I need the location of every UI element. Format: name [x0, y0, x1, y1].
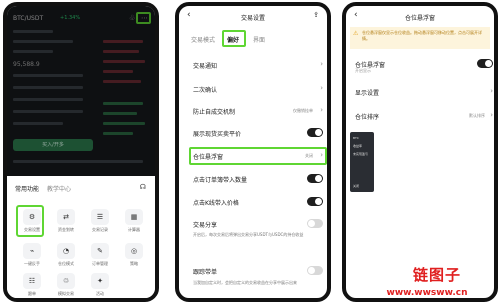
position-float-highlight — [189, 147, 327, 165]
float-line: 未实现盈亏 — [353, 152, 369, 156]
phone-trading-screen: BTC/USDT +1.34% ♧ ⋯ 95,588.9 买入/开多 常用功能 … — [3, 2, 159, 302]
function-sheet: 常用功能 教学中心 ☊ ⚙ 交易设置 ⇄ 资金划转 ☰ 交易记录 ▦ 计算器 ⌁ 一键反手 ◔ 仓位模式… — [7, 177, 155, 298]
settings-row[interactable]: 二次确认 › — [193, 82, 323, 96]
function-tile[interactable]: ✦ 活动 — [89, 273, 111, 297]
settings-row[interactable]: 交易通知 › — [193, 58, 323, 72]
function-tile[interactable]: ☰ 交易记录 — [89, 209, 111, 233]
settings-row[interactable]: 防止自成交机制 仅撤销挂单 › — [193, 104, 323, 118]
page-title: 交易设置 — [240, 15, 265, 22]
float-line: 收益率 — [353, 144, 363, 148]
settings-row[interactable]: 点击K线带入价格 — [193, 195, 323, 209]
function-tile[interactable]: ⇄ 资金划转 — [55, 209, 77, 233]
tile-icon: ▦ — [125, 209, 143, 225]
tile-icon: ♲ — [57, 273, 75, 289]
track-description: 当我加自定义时，会把自定义的交易收益在分享中展示出来 — [193, 280, 297, 285]
tile-icon: ⇄ — [57, 209, 75, 225]
preference-tab-highlight — [222, 30, 246, 47]
tile-label: 订单管理 — [92, 261, 108, 266]
float-settings-row[interactable]: 仓位排序 默认排序 › — [355, 110, 493, 124]
toggle-switch[interactable] — [307, 174, 323, 183]
float-row-label: 显示设置 — [355, 90, 380, 97]
function-tile[interactable]: ⌁ 一键反手 — [21, 243, 43, 267]
tile-label: 交易记录 — [92, 227, 108, 232]
tile-label: 资金划转 — [58, 227, 74, 232]
tile-icon: ✎ — [91, 243, 109, 259]
tab-interface[interactable]: 界面 — [253, 35, 265, 44]
function-tile[interactable]: ◎ 策略 — [123, 243, 145, 267]
headset-icon[interactable]: ☊ — [140, 183, 146, 191]
tile-label: 模拟交易 — [58, 291, 74, 296]
settings-row-label: 点击订单簿带入数量 — [193, 177, 248, 184]
float-settings-row[interactable]: 仓位悬浮窗 开启显示 — [355, 58, 493, 73]
modal-overlay[interactable] — [7, 6, 155, 176]
tab-common[interactable]: 常用功能 — [15, 186, 39, 193]
tile-label: 仓位模式 — [58, 261, 74, 266]
screen: BTC/USDT +1.34% ♧ ⋯ 95,588.9 买入/开多 常用功能 … — [0, 0, 503, 304]
settings-row[interactable]: 展示现货买卖平价 — [193, 126, 323, 140]
function-tile[interactable]: ▦ 计算器 — [123, 209, 145, 233]
float-row-sublabel: 开启显示 — [355, 68, 371, 73]
settings-tabs: 交易模式 偏好 界面 — [191, 33, 321, 45]
function-tile[interactable]: ◔ 仓位模式 — [55, 243, 77, 267]
chevron-right-icon: › — [320, 84, 323, 92]
tile-icon: ◔ — [57, 243, 75, 259]
watermark-logo-text: 链图子 — [413, 266, 462, 284]
sheet-tabs: 常用功能 教学中心 — [15, 184, 71, 193]
share-icon[interactable]: ⇪ — [313, 11, 319, 19]
settings-header: ‹ 交易设置 ⇪ — [179, 6, 327, 26]
settings-row-label: 点击K线带入价格 — [193, 200, 239, 207]
settings-row[interactable]: 点击订单簿带入数量 — [193, 172, 323, 186]
chevron-right-icon: › — [320, 60, 323, 68]
phone-position-float: ‹ 仓位悬浮窗 ⚠ 仓位悬浮窗仅显示仓位收益。拖动悬浮窗可移动位置，点击可展开详… — [342, 2, 498, 302]
toggle-switch[interactable] — [307, 219, 323, 228]
function-tile[interactable]: ☷ 跟单 — [21, 273, 43, 297]
settings-row-label: 交易分享 — [193, 222, 218, 229]
settings-row-value: 仅撤销挂单 — [293, 108, 313, 113]
tile-label: 一键反手 — [24, 261, 40, 266]
tile-icon: ⌁ — [23, 243, 41, 259]
tile-label: 活动 — [96, 291, 104, 296]
tile-label: 计算器 — [128, 227, 140, 232]
share-description: 开启后，每次交易后将弹出交易分享USDT与USDC的持仓收益 — [193, 232, 304, 237]
function-tile[interactable]: ♲ 模拟交易 — [55, 273, 77, 297]
float-row-value: 默认排序 — [469, 113, 485, 118]
tab-education[interactable]: 教学中心 — [47, 186, 71, 193]
page-title: 仓位悬浮窗 — [404, 15, 435, 22]
chevron-right-icon: › — [320, 106, 323, 114]
settings-row[interactable]: 交易分享 — [193, 217, 323, 231]
chevron-right-icon: › — [490, 87, 493, 95]
floating-position-window[interactable]: BTC 收益率 未实现盈亏 关闭 — [350, 132, 374, 192]
tile-icon: ☰ — [91, 209, 109, 225]
float-symbol: BTC — [353, 136, 359, 140]
watermark-url: www.wwsww.cn — [386, 288, 468, 298]
toggle-switch[interactable] — [307, 197, 323, 206]
chevron-right-icon: › — [490, 111, 493, 119]
settings-row[interactable]: 跟踪带单 — [193, 264, 323, 278]
notice-text: 仓位悬浮窗仅显示仓位收益。拖动悬浮窗可移动位置，点击可展开详情。 — [362, 30, 482, 41]
phone-trade-settings: ‹ 交易设置 ⇪ 交易模式 偏好 界面 交易通知 › 二次确认 › 防止自成交机制 仅撤销… — [175, 2, 331, 302]
toggle-switch[interactable] — [307, 128, 323, 137]
warning-icon: ⚠ — [353, 30, 359, 37]
settings-row-label: 防止自成交机制 — [193, 109, 236, 116]
toggle-switch[interactable] — [307, 266, 323, 275]
function-tile[interactable]: ✎ 订单管理 — [89, 243, 111, 267]
trade-settings-highlight — [16, 205, 44, 237]
tile-icon: ◎ — [125, 243, 143, 259]
toggle-switch[interactable] — [477, 59, 493, 68]
notice-banner: ⚠ 仓位悬浮窗仅显示仓位收益。拖动悬浮窗可移动位置，点击可展开详情。 — [350, 27, 490, 49]
float-row-label: 仓位排序 — [355, 114, 380, 121]
settings-row-label: 展示现货买卖平价 — [193, 131, 242, 138]
tile-icon: ✦ — [91, 273, 109, 289]
settings-row-label: 二次确认 — [193, 87, 218, 94]
float-settings-row[interactable]: 显示设置 › — [355, 86, 493, 100]
tile-icon: ☷ — [23, 273, 41, 289]
tile-label: 跟单 — [28, 291, 36, 296]
settings-row-label: 交易通知 — [193, 63, 218, 70]
tab-trade-mode[interactable]: 交易模式 — [191, 35, 215, 44]
tile-label: 策略 — [130, 261, 138, 266]
float-close[interactable]: 关闭 — [353, 184, 359, 188]
settings-row-label: 跟踪带单 — [193, 269, 218, 276]
